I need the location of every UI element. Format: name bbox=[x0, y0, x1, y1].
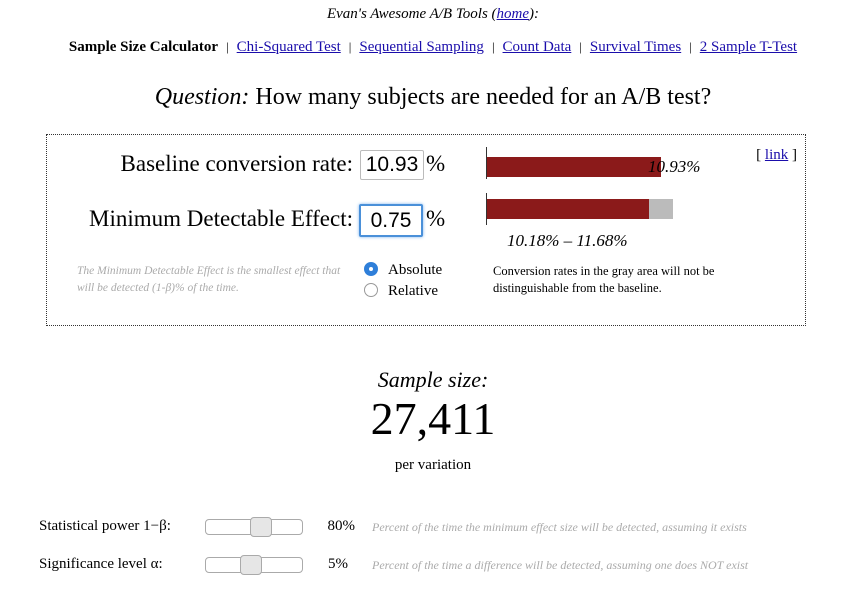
power-slider[interactable] bbox=[205, 517, 303, 537]
nav-current-sample-size: Sample Size Calculator bbox=[68, 39, 219, 55]
significance-slider[interactable] bbox=[205, 555, 303, 575]
site-header: Evan's Awesome A/B Tools (home): bbox=[0, 6, 866, 23]
sample-size-per-variation: per variation bbox=[394, 457, 472, 473]
nav-separator: | bbox=[579, 39, 582, 54]
baseline-label: Baseline conversion rate: bbox=[120, 151, 353, 176]
radio-relative[interactable]: Relative bbox=[364, 283, 438, 300]
home-link[interactable]: home bbox=[497, 6, 530, 22]
nav-link-sequential-sampling[interactable]: Sequential Sampling bbox=[359, 39, 484, 55]
nav-separator: | bbox=[491, 39, 495, 54]
tool-nav: Sample Size Calculator | Chi-Squared Test |… bbox=[0, 39, 866, 56]
baseline-rate-input[interactable] bbox=[360, 150, 424, 180]
baseline-unit: % bbox=[426, 151, 446, 176]
mde-unit: % bbox=[426, 206, 446, 231]
question-text: How many subjects are needed for an A/B … bbox=[255, 84, 712, 110]
nav-link-count-data[interactable]: Count Data bbox=[503, 39, 572, 55]
power-value: 80% bbox=[327, 518, 356, 534]
nav-separator: | bbox=[689, 39, 692, 54]
power-label: Statistical power 1−β: bbox=[39, 518, 171, 534]
question-label: Question: bbox=[154, 84, 250, 110]
radio-relative-label: Relative bbox=[388, 283, 438, 299]
significance-description: Percent of the time a difference will be… bbox=[372, 558, 749, 572]
permalink: [ link ] bbox=[756, 147, 797, 163]
header-prefix: Evan's Awesome A/B Tools ( bbox=[326, 6, 497, 22]
radio-absolute[interactable]: Absolute bbox=[364, 262, 442, 279]
page-question: Question: How many subjects are needed f… bbox=[0, 84, 866, 111]
radio-relative-dot[interactable] bbox=[364, 283, 378, 297]
mde-label: Minimum Detectable Effect: bbox=[89, 206, 353, 231]
significance-value: 5% bbox=[328, 556, 348, 572]
range-gray-bar bbox=[649, 199, 673, 219]
sample-size-value: 27,411 bbox=[370, 393, 496, 444]
significance-slider-thumb[interactable] bbox=[240, 555, 262, 575]
mde-note: The Minimum Detectable Effect is the sma… bbox=[77, 265, 341, 294]
nav-link-2-sample-t-test[interactable]: 2 Sample T-Test bbox=[700, 39, 797, 55]
nav-link-survival-times[interactable]: Survival Times bbox=[590, 39, 681, 55]
permalink-link[interactable]: link bbox=[765, 147, 788, 163]
gray-area-explanation: Conversion rates in the gray area will n… bbox=[493, 264, 715, 295]
baseline-rate-bar bbox=[487, 157, 661, 177]
mde-input[interactable] bbox=[359, 204, 423, 237]
nav-separator: | bbox=[226, 39, 229, 54]
range-low-bar bbox=[487, 199, 649, 219]
radio-absolute-label: Absolute bbox=[388, 262, 443, 278]
power-slider-thumb[interactable] bbox=[250, 517, 272, 537]
sample-size-label: Sample size: bbox=[377, 367, 489, 392]
power-description: Percent of the time the minimum effect s… bbox=[372, 520, 747, 534]
radio-absolute-dot[interactable] bbox=[364, 262, 378, 276]
calculator-panel: [ link ] Baseline conversion rate: % Min… bbox=[46, 134, 806, 326]
nav-link-chi-squared[interactable]: Chi-Squared Test bbox=[237, 39, 341, 55]
nav-separator: | bbox=[348, 39, 352, 54]
range-bar-label: 10.18% – 11.68% bbox=[507, 231, 628, 250]
significance-label: Significance level α: bbox=[39, 556, 163, 572]
header-suffix: ): bbox=[529, 6, 540, 22]
baseline-rate-bar-label: 10.93% bbox=[648, 157, 701, 176]
